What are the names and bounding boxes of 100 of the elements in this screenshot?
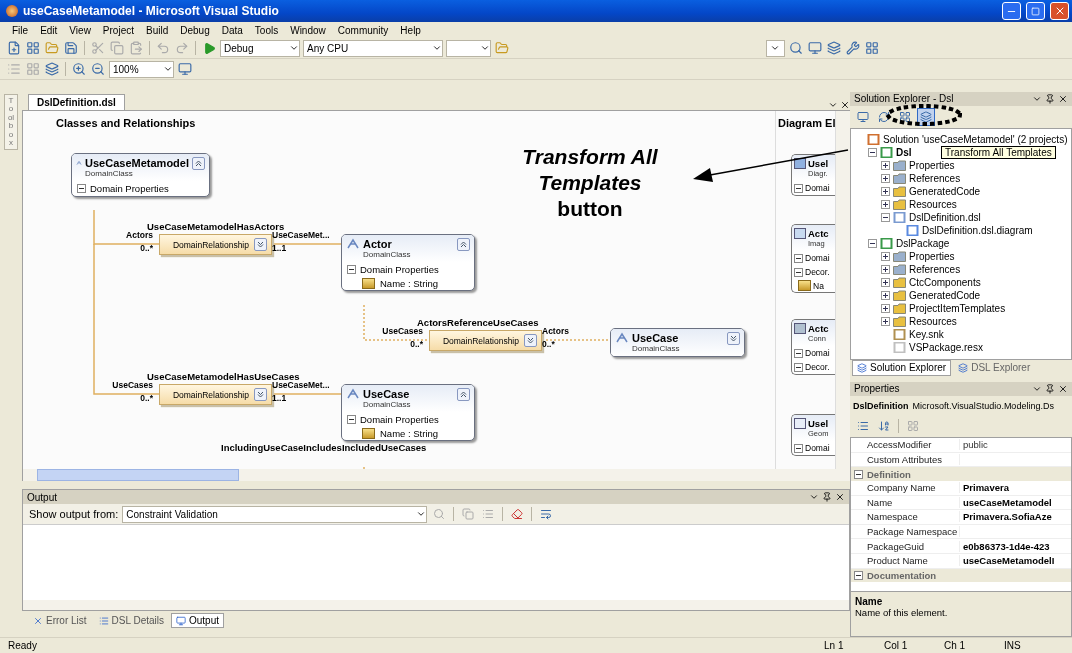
property-name: Package Namespace (851, 526, 960, 537)
expand-toggle[interactable] (881, 160, 890, 170)
wrench-icon[interactable] (845, 40, 861, 56)
collapse-toggle[interactable] (881, 212, 890, 222)
layers-icon[interactable] (826, 40, 842, 56)
tree-item[interactable]: Properties (909, 159, 955, 171)
close-icon[interactable] (835, 492, 845, 502)
scrollbar-thumb[interactable] (37, 469, 239, 481)
section-label: Domain Properties (360, 414, 439, 425)
close-icon[interactable] (840, 100, 850, 110)
close-icon[interactable] (1058, 93, 1068, 104)
tree-item[interactable]: Solution 'useCaseMetamodel' (2 projects) (883, 133, 1068, 145)
tree-item[interactable]: GeneratedCode (909, 289, 981, 301)
pin-icon[interactable] (822, 492, 832, 502)
relationship-type: DomainRelationship (172, 239, 249, 250)
minus-icon (883, 214, 888, 220)
panel-tab[interactable]: DSL Details (93, 613, 169, 628)
section-label: Decor. (805, 267, 830, 277)
layers-icon[interactable] (44, 61, 60, 77)
expand-toggle[interactable] (881, 303, 890, 313)
expand-toggle[interactable] (881, 277, 890, 287)
grid-icon[interactable] (864, 40, 880, 56)
menu-item[interactable]: Tools (248, 24, 285, 36)
menu-item[interactable]: Edit (34, 24, 64, 36)
search-icon[interactable] (788, 40, 804, 56)
close-icon[interactable] (1058, 383, 1068, 394)
expand-toggle[interactable] (881, 264, 890, 274)
configuration-dropdown[interactable]: Debug (220, 39, 300, 57)
property-value[interactable]: e0b86373-1d4e-423 (960, 540, 1050, 552)
dropdown-icon[interactable] (828, 100, 838, 110)
collapse-toggle[interactable] (868, 238, 877, 248)
maximize-button[interactable] (1026, 2, 1045, 20)
vertical-scrollbar[interactable] (835, 111, 850, 469)
tree-item[interactable]: Dsl (896, 146, 912, 158)
horizontal-scrollbar[interactable] (22, 469, 850, 481)
tree-item[interactable]: Key.snk (909, 328, 944, 340)
tree-item[interactable]: References (909, 172, 961, 184)
zoom-dropdown[interactable]: 100% (109, 60, 174, 78)
menu-item[interactable]: Community (331, 24, 395, 36)
refresh-icon (878, 110, 890, 123)
monitor-icon[interactable] (177, 61, 193, 77)
property-icon (362, 278, 375, 289)
menu-item[interactable]: Data (215, 24, 249, 36)
menu-item[interactable]: View (63, 24, 97, 36)
tree-item[interactable]: Resources (909, 315, 957, 327)
save-icon[interactable] (63, 40, 79, 56)
eraser-icon[interactable] (509, 506, 526, 522)
property-value[interactable]: public (960, 439, 988, 451)
platform-dropdown[interactable]: Any CPU (303, 39, 443, 57)
status-message: Ready (8, 640, 38, 651)
tree-item[interactable]: ProjectItemTemplates (909, 302, 1006, 314)
tree-item[interactable]: Properties (909, 250, 955, 262)
tree-item[interactable]: DslDefinition.dsl (909, 211, 981, 223)
plus-icon (883, 292, 888, 298)
menu-item[interactable]: Window (284, 24, 332, 36)
property-name: Product Name (851, 555, 960, 567)
section-label: Domai (805, 443, 830, 453)
tree-item[interactable]: DslPackage (896, 237, 950, 249)
monitor-icon[interactable] (807, 40, 823, 56)
menu-item[interactable]: Build (140, 24, 175, 36)
property-value[interactable]: Primavera (960, 482, 1009, 494)
folder-icon (893, 250, 906, 262)
menu-item[interactable]: Project (96, 24, 140, 36)
expand-toggle[interactable] (881, 251, 890, 261)
menu-item[interactable]: Debug (174, 24, 216, 36)
tree-item[interactable]: GeneratedCode (909, 185, 981, 197)
property-value[interactable]: Primavera.SofiaAze (960, 511, 1052, 523)
menu-item[interactable]: Help (394, 24, 427, 36)
document-tab[interactable]: DslDefinition.dsl (28, 94, 125, 110)
expand-toggle[interactable] (881, 199, 890, 209)
horizontal-scrollbar[interactable] (23, 600, 849, 610)
zoom-in-icon[interactable] (71, 61, 87, 77)
expand-toggle[interactable] (881, 290, 890, 300)
tree-item[interactable]: Resources (909, 198, 957, 210)
minimize-button[interactable] (1002, 2, 1021, 20)
tree-item[interactable]: References (909, 263, 961, 275)
panel-tab[interactable]: Error List (28, 613, 92, 628)
toolbox-tab[interactable]: Toolbox (4, 94, 18, 151)
panel-tab[interactable]: Output (171, 613, 225, 628)
property-value[interactable]: useCaseMetamodel (960, 496, 1052, 508)
section-label: Domai (805, 348, 830, 358)
grid-icon[interactable] (25, 40, 41, 56)
new-file-icon[interactable] (6, 40, 22, 56)
tree-item[interactable]: CtcComponents (909, 276, 981, 288)
panel-tab[interactable]: DSL Explorer (953, 360, 1036, 376)
collapse-toggle[interactable] (868, 147, 877, 157)
zoom-out-icon[interactable] (90, 61, 106, 77)
pin-icon[interactable] (1045, 93, 1055, 104)
clipboard-icon[interactable] (128, 40, 144, 56)
menu-item[interactable]: File (6, 24, 35, 36)
expand-toggle[interactable] (881, 186, 890, 196)
pin-icon[interactable] (1045, 383, 1055, 394)
property-value[interactable]: useCaseMetamodelI (960, 555, 1055, 567)
output-source-dropdown[interactable]: Constraint Validation (122, 505, 428, 523)
dropdown-icon[interactable] (809, 492, 819, 502)
close-button[interactable] (1050, 2, 1069, 20)
expand-toggle[interactable] (881, 173, 890, 183)
tree-item[interactable]: VSPackage.resx (909, 341, 983, 353)
expand-toggle[interactable] (881, 316, 890, 326)
tree-item[interactable]: DslDefinition.dsl.diagram (922, 224, 1033, 236)
